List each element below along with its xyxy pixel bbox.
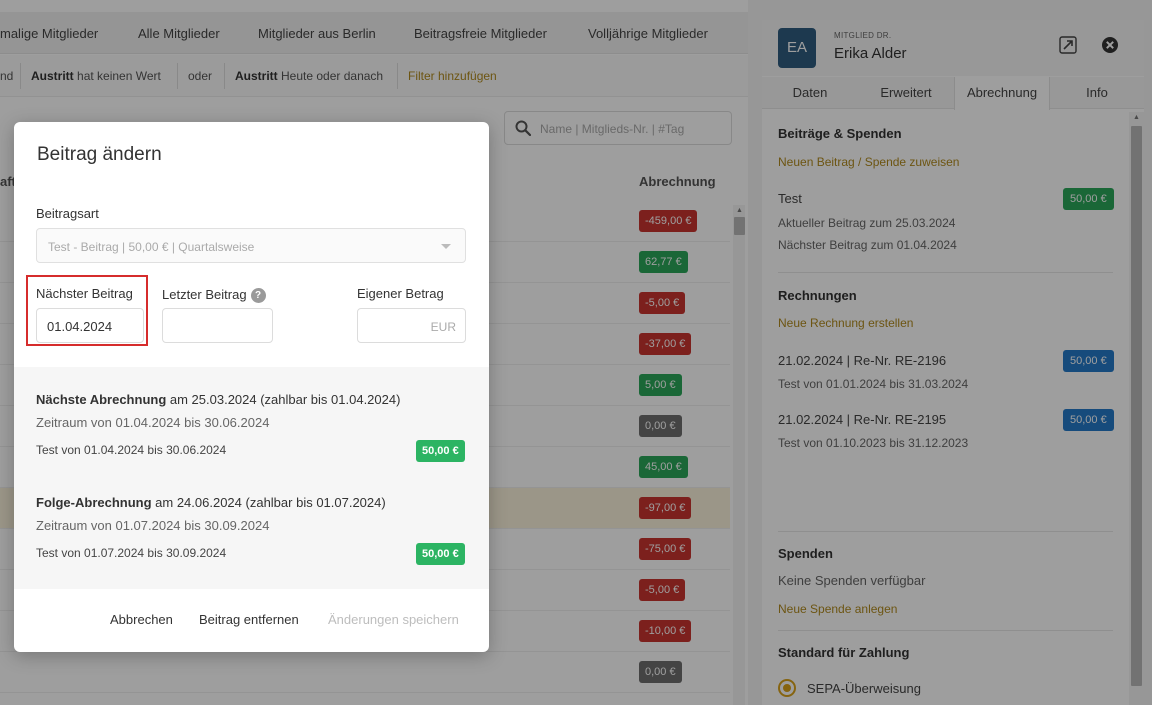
follow-billing-line: Test von 01.07.2024 bis 30.09.2024 — [36, 546, 227, 560]
remove-contribution-button[interactable]: Beitrag entfernen — [199, 612, 299, 627]
last-contribution-input[interactable] — [162, 308, 273, 343]
follow-billing-period: Zeitraum von 01.07.2024 bis 30.09.2024 — [36, 518, 270, 533]
change-contribution-dialog: Beitrag ändern Beitragsart Test - Beitra… — [14, 122, 489, 652]
last-contribution-label: Letzter Beitrag? — [162, 287, 266, 303]
own-amount-input[interactable]: EUR — [357, 308, 466, 343]
follow-billing-strong: Folge-Abrechnung — [36, 495, 152, 510]
next-billing-period: Zeitraum von 01.04.2024 bis 30.06.2024 — [36, 415, 270, 430]
dialog-title: Beitrag ändern — [37, 144, 162, 165]
billing-preview: Nächste Abrechnung am 25.03.2024 (zahlba… — [14, 367, 489, 589]
next-billing-title: Nächste Abrechnung am 25.03.2024 (zahlba… — [36, 392, 400, 407]
contribution-type-select[interactable]: Test - Beitrag | 50,00 € | Quartalsweise — [36, 228, 466, 263]
follow-billing-amount: 50,00 € — [416, 543, 465, 565]
save-changes-button[interactable]: Änderungen speichern — [328, 612, 459, 627]
contribution-type-value: Test - Beitrag | 50,00 € | Quartalsweise — [48, 240, 255, 254]
next-billing-strong: Nächste Abrechnung — [36, 392, 167, 407]
next-contribution-value: 01.04.2024 — [47, 319, 113, 334]
follow-billing-rest: am 24.06.2024 (zahlbar bis 01.07.2024) — [151, 495, 386, 510]
contribution-type-label: Beitragsart — [36, 206, 99, 221]
next-billing-line: Test von 01.04.2024 bis 30.06.2024 — [36, 443, 227, 457]
own-amount-label: Eigener Betrag — [357, 286, 444, 301]
last-contribution-label-text: Letzter Beitrag — [162, 287, 247, 302]
next-billing-amount: 50,00 € — [416, 440, 465, 462]
cancel-button[interactable]: Abbrechen — [110, 612, 173, 627]
next-contribution-input[interactable]: 01.04.2024 — [36, 308, 144, 343]
chevron-down-icon — [441, 244, 451, 249]
next-billing-rest: am 25.03.2024 (zahlbar bis 01.04.2024) — [166, 392, 401, 407]
currency-suffix: EUR — [430, 320, 456, 334]
help-icon[interactable]: ? — [250, 288, 266, 303]
follow-billing-title: Folge-Abrechnung am 24.06.2024 (zahlbar … — [36, 495, 386, 510]
next-contribution-label: Nächster Beitrag — [36, 286, 133, 301]
